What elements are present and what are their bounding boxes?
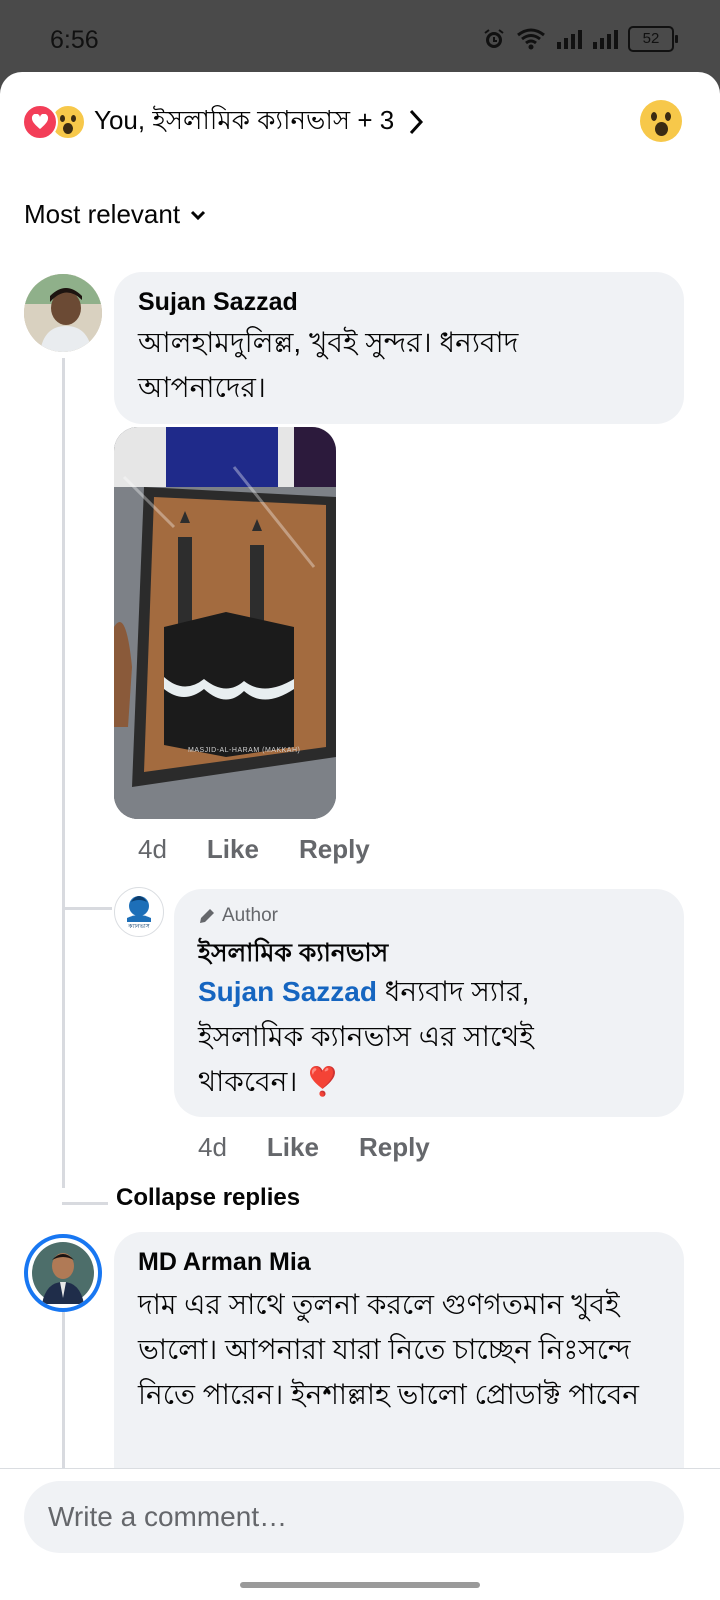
reactions-summary[interactable]: You, ইসলামিক ক্যানভাস + 3 <box>22 102 424 142</box>
home-indicator[interactable] <box>240 1582 480 1588</box>
reply-time: 4d <box>198 1132 227 1162</box>
battery-indicator: 52 <box>628 26 678 52</box>
comment-input[interactable] <box>24 1481 684 1553</box>
comment-photo[interactable]: MASJID-AL-HARAM (MAKKAH) <box>114 427 336 819</box>
author-badge: Author <box>198 905 278 927</box>
reply-text: Sujan Sazzad ধন্যবাদ স্যার, ইসলামিক ক্যা… <box>198 969 608 1104</box>
mention-link[interactable]: Sujan Sazzad <box>198 976 377 1007</box>
avatar-2[interactable] <box>24 1234 102 1312</box>
thread-branch-collapse <box>62 1202 108 1205</box>
comment-actions: 4d Like Reply <box>138 834 370 865</box>
sort-label: Most relevant <box>24 199 181 229</box>
comment-text: আলহামদুলিল্ল, খুবই সুন্দর। ধন্যবাদ আপনাদ… <box>138 327 519 403</box>
status-time: 6:56 <box>50 26 99 54</box>
chevron-down-icon <box>191 210 206 220</box>
comments-sheet: You, ইসলামিক ক্যানভাস + 3 Most relevant … <box>0 72 720 1572</box>
pencil-icon <box>200 909 214 923</box>
comment-text-2: দাম এর সাথে তুলনা করলে গুণগতমান খুবই ভাল… <box>138 1289 639 1410</box>
comment-time: 4d <box>138 834 167 864</box>
reply-actions: 4d Like Reply <box>198 1132 430 1163</box>
comment-composer-bar <box>0 1468 720 1569</box>
signal-icon <box>557 30 582 49</box>
reply-reply-button[interactable]: Reply <box>359 1132 430 1163</box>
alarm-icon <box>484 29 504 48</box>
status-bar: 6:56 52 <box>0 0 720 78</box>
signal-icon-2 <box>593 30 618 49</box>
sort-dropdown[interactable]: Most relevant <box>24 199 206 230</box>
chevron-right-icon <box>410 109 424 135</box>
reply-like-button[interactable]: Like <box>267 1132 319 1163</box>
kaaba-frame-image <box>114 427 336 819</box>
like-button[interactable]: Like <box>207 834 259 865</box>
system-nav-bar <box>0 1568 720 1600</box>
avatar[interactable] <box>24 274 102 352</box>
photo-caption: MASJID-AL-HARAM (MAKKAH) <box>188 747 301 754</box>
love-reaction-icon <box>22 104 58 140</box>
wifi-icon <box>517 28 545 50</box>
thread-branch <box>62 907 112 910</box>
thread-line <box>62 358 65 1188</box>
author-avatar-label: ক্যানভাস <box>128 924 150 930</box>
comment-author[interactable]: Sujan Sazzad <box>138 288 298 317</box>
reply-bubble[interactable]: Author ইসলামিক ক্যানভাস Sujan Sazzad ধন্… <box>174 889 684 1117</box>
reply-button[interactable]: Reply <box>299 834 370 865</box>
author-badge-label: Author <box>222 905 278 926</box>
comment-author-2[interactable]: MD Arman Mia <box>138 1248 311 1277</box>
author-avatar[interactable]: ক্যানভাস <box>114 887 164 937</box>
wow-react-button-icon[interactable] <box>640 100 682 142</box>
comment-bubble[interactable]: Sujan Sazzad আলহামদুলিল্ল, খুবই সুন্দর। … <box>114 272 684 424</box>
status-icons: 52 <box>482 26 678 52</box>
collapse-replies-button[interactable]: Collapse replies <box>116 1184 300 1212</box>
reactions-summary-text: You, ইসলামিক ক্যানভাস + 3 <box>94 105 395 135</box>
